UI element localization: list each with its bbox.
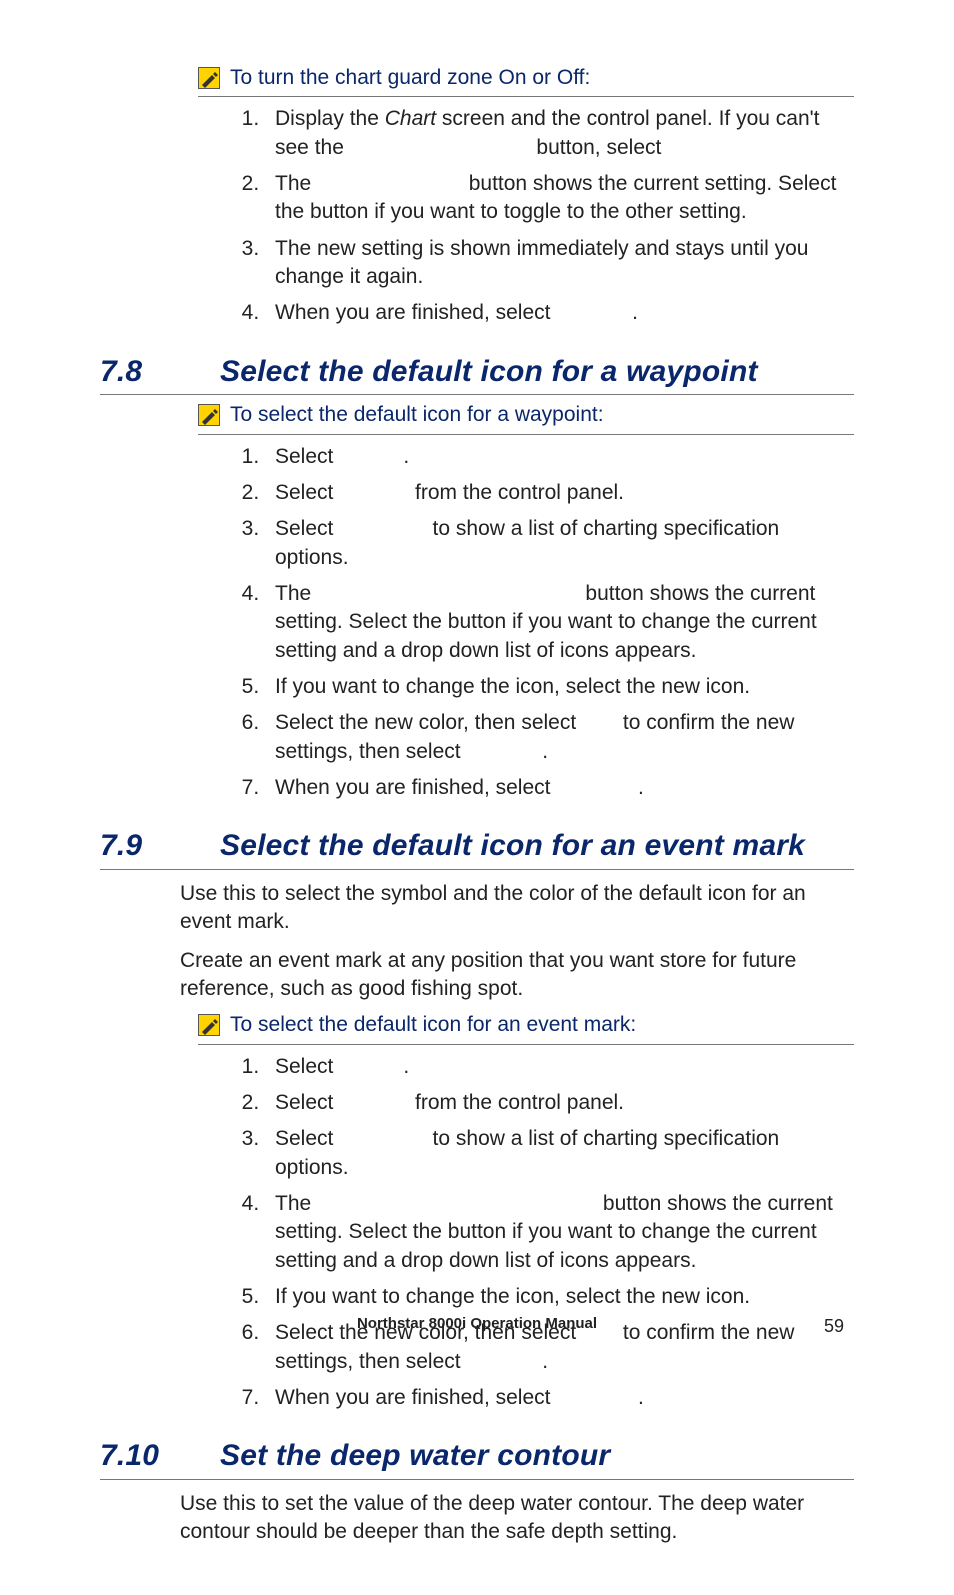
step: When you are finished, select . [265,1384,854,1412]
section-paragraph: Use this to select the symbol and the co… [180,880,854,937]
procedure-steps: Select . Select from the control panel. … [100,1053,854,1413]
step: Select . [265,443,854,471]
section-title: Set the deep water contour [220,1436,610,1477]
procedure-title: To select the default icon for an event … [230,1011,636,1039]
pencil-icon [198,1014,220,1036]
page-footer: Northstar 8000i Operation Manual 59 [0,1314,954,1334]
pencil-icon [198,404,220,426]
step: Display the Chart screen and the control… [265,105,854,162]
step: If you want to change the icon, select t… [265,673,854,701]
step: If you want to change the icon, select t… [265,1283,854,1311]
step: Select to show a list of charting specif… [265,1125,854,1182]
procedure-title: To select the default icon for a waypoin… [230,401,604,429]
section-heading-7-10: 7.10 Set the deep water contour [100,1436,854,1480]
footer-title: Northstar 8000i Operation Manual [357,1314,597,1334]
step: When you are finished, select . [265,774,854,802]
section-number: 7.9 [100,826,220,867]
procedure-steps: Select . Select from the control panel. … [100,443,854,803]
section-heading-7-8: 7.8 Select the default icon for a waypoi… [100,352,854,396]
step: Select from the control panel. [265,479,854,507]
section-paragraph: Use this to set the value of the deep wa… [180,1490,854,1547]
step: Select to show a list of charting specif… [265,515,854,572]
pencil-icon [198,67,220,89]
section-number: 7.10 [100,1436,220,1477]
procedure-header: To select the default icon for a waypoin… [198,401,854,434]
page-number: 59 [824,1314,844,1338]
step: The button shows the current setting. Se… [265,580,854,665]
step: The new setting is shown immediately and… [265,235,854,292]
step: When you are finished, select . [265,299,854,327]
step: The button shows the current setting. Se… [265,170,854,227]
section-number: 7.8 [100,352,220,393]
procedure-title: To turn the chart guard zone On or Off: [230,64,590,92]
section-title: Select the default icon for a waypoint [220,352,758,393]
step: Select the new color, then select to con… [265,709,854,766]
procedure-header: To turn the chart guard zone On or Off: [198,64,854,97]
section-paragraph: Create an event mark at any position tha… [180,947,854,1004]
procedure-steps: Display the Chart screen and the control… [100,105,854,327]
step: Select . [265,1053,854,1081]
step: Select from the control panel. [265,1089,854,1117]
section-title: Select the default icon for an event mar… [220,826,805,867]
section-heading-7-9: 7.9 Select the default icon for an event… [100,826,854,870]
procedure-header: To select the default icon for an event … [198,1011,854,1044]
step: The button shows the current setting. Se… [265,1190,854,1275]
